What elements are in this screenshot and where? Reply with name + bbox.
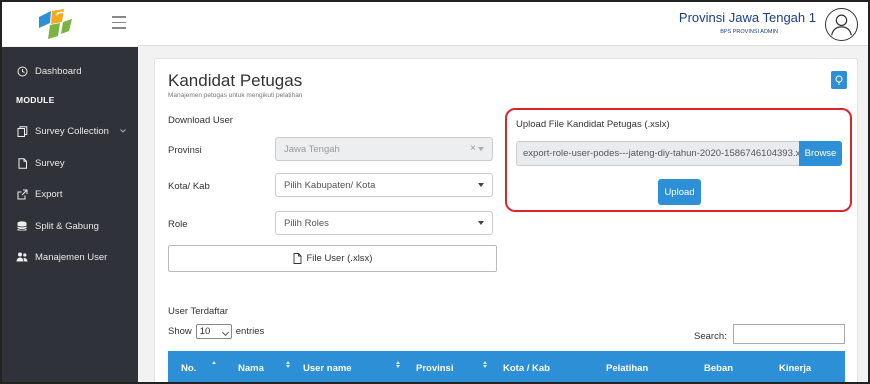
sidebar-item-label: Split & Gabung (35, 220, 99, 232)
file-icon (293, 253, 301, 264)
role-label: Role (168, 219, 188, 230)
sidebar-item-split-gabung[interactable]: Split & Gabung (2, 212, 138, 240)
user-role: BPS PROVINSI ADMIN (720, 29, 778, 35)
logo-area (2, 2, 138, 46)
sidebar-item-label: Survey (35, 157, 65, 169)
sort-icon (483, 361, 488, 373)
search-label: Search: (694, 331, 727, 342)
upload-panel: Upload File Kandidat Petugas (.xslx) exp… (505, 108, 852, 212)
sidebar: Dashboard MODULE Survey Collection Surve… (2, 47, 138, 382)
column-header-pelatihan[interactable]: Pelatihan (606, 351, 649, 382)
avatar[interactable] (825, 8, 858, 41)
column-header-nama[interactable]: Nama (238, 351, 264, 382)
upload-file-input[interactable]: export-role-user-podes---jateng-diy-tahu… (516, 141, 799, 166)
kota-placeholder: Pilih Kabupaten/ Kota (284, 179, 376, 191)
copy-icon (16, 125, 28, 137)
help-button[interactable] (831, 71, 847, 89)
column-header-kota[interactable]: Kota / Kab (503, 351, 550, 382)
user-terdaftar-label: User Terdaftar (168, 306, 229, 317)
browse-button[interactable]: Browse (799, 141, 842, 166)
column-label: Kinerja (779, 362, 812, 374)
sort-icon (286, 361, 291, 373)
column-label: User name (303, 362, 352, 374)
page-subtitle: Manajemen petugas untuk mengikuti pelati… (168, 92, 303, 99)
search-input[interactable] (733, 324, 845, 344)
table-header: No. Nama User name Provinsi Kota / Kab P… (168, 351, 845, 382)
kota-label: Kota/ Kab (168, 181, 210, 192)
upload-button[interactable]: Upload (658, 179, 701, 205)
table-length-control: Show 10 entries (168, 324, 264, 339)
provinsi-select[interactable]: Jawa Tengah × (275, 137, 493, 161)
column-header-no[interactable]: No. (181, 351, 197, 382)
role-placeholder: Pilih Roles (284, 217, 329, 229)
chevron-down-icon (221, 328, 229, 337)
sidebar-item-label: Manajemen User (35, 251, 108, 263)
provinsi-value: Jawa Tengah (284, 143, 340, 155)
column-header-provinsi[interactable]: Provinsi (416, 351, 454, 382)
file-user-label: File User (.xlsx) (306, 253, 373, 264)
sidebar-item-survey-collection[interactable]: Survey Collection (2, 117, 138, 145)
sidebar-item-survey[interactable]: Survey (2, 149, 138, 177)
download-user-label: Download User (168, 115, 233, 126)
column-header-kinerja[interactable]: Kinerja (779, 351, 812, 382)
sidebar-item-manajemen-user[interactable]: Manajemen User (2, 243, 138, 271)
column-header-username[interactable]: User name (303, 351, 352, 382)
sidebar-item-dashboard[interactable]: Dashboard (2, 57, 138, 85)
kota-select[interactable]: Pilih Kabupaten/ Kota (275, 173, 493, 197)
sidebar-item-label: Dashboard (35, 65, 82, 77)
sidebar-item-label: Export (35, 188, 63, 200)
role-select[interactable]: Pilih Roles (275, 211, 493, 235)
sidebar-module-header: MODULE (16, 95, 55, 105)
caret-down-icon (478, 147, 484, 151)
column-label: No. (181, 362, 197, 374)
top-header: Provinsi Jawa Tengah 1 BPS PROVINSI ADMI… (2, 2, 868, 46)
clock-icon (16, 65, 28, 77)
column-label: Nama (238, 362, 264, 374)
users-icon (16, 251, 28, 263)
bps-logo[interactable] (36, 7, 74, 41)
user-name[interactable]: Provinsi Jawa Tengah 1 (679, 10, 816, 25)
clear-selection-icon[interactable]: × (470, 143, 476, 154)
column-label: Kota / Kab (503, 362, 550, 374)
main-card: Kandidat Petugas Manajemen petugas untuk… (154, 58, 858, 382)
lightbulb-icon (835, 75, 843, 85)
hamburger-menu-icon[interactable] (112, 16, 126, 30)
entries-per-page-value: 10 (199, 326, 211, 337)
caret-down-icon (478, 221, 484, 225)
page-title: Kandidat Petugas (168, 71, 303, 90)
file-user-button[interactable]: File User (.xlsx) (168, 245, 497, 272)
app-window: Provinsi Jawa Tengah 1 BPS PROVINSI ADMI… (0, 0, 870, 384)
entries-label: entries (235, 326, 265, 337)
show-label: Show (168, 326, 192, 337)
entries-per-page-select[interactable]: 10 (195, 324, 232, 339)
database-icon (16, 220, 28, 232)
sort-asc-icon (212, 361, 217, 373)
column-label: Provinsi (416, 362, 454, 374)
column-label: Beban (704, 362, 734, 374)
column-header-beban[interactable]: Beban (704, 351, 734, 382)
sort-icon (396, 361, 401, 373)
file-icon (16, 157, 28, 169)
external-link-icon (16, 188, 28, 200)
sidebar-item-label: Survey Collection (35, 125, 109, 137)
chevron-down-icon (120, 129, 126, 133)
caret-down-icon (478, 183, 484, 187)
column-label: Pelatihan (606, 362, 649, 374)
sidebar-item-export[interactable]: Export (2, 180, 138, 208)
upload-title: Upload File Kandidat Petugas (.xslx) (516, 119, 670, 130)
provinsi-label: Provinsi (168, 145, 202, 156)
